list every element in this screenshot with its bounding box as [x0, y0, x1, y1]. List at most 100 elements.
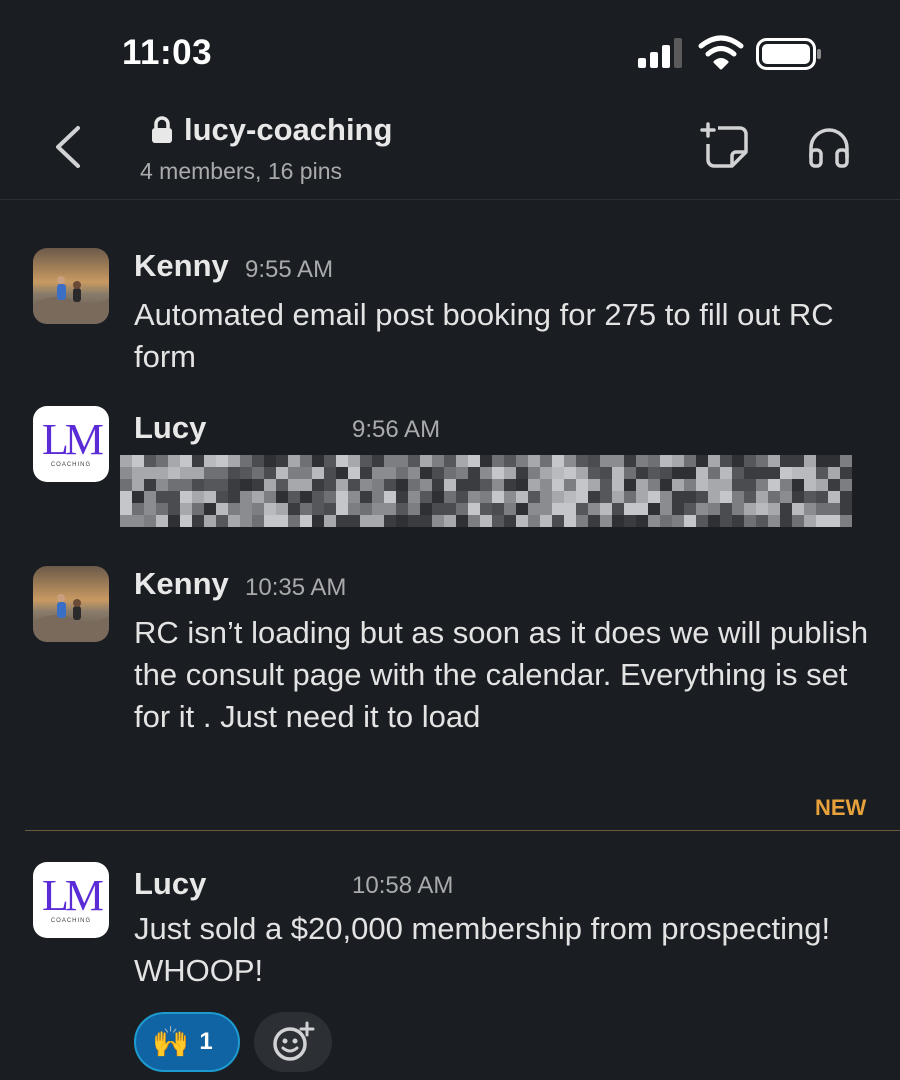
redacted-pixel — [180, 467, 192, 479]
redacted-pixel — [660, 503, 672, 515]
avatar[interactable]: LM COACHING — [33, 862, 109, 938]
redacted-pixel — [468, 515, 480, 527]
redacted-pixel — [180, 515, 192, 527]
redacted-pixel — [624, 515, 636, 527]
channel-name: lucy-coaching — [184, 112, 393, 147]
redacted-pixel — [588, 503, 600, 515]
redacted-pixel — [720, 503, 732, 515]
redacted-pixel — [336, 467, 348, 479]
redacted-pixel — [252, 515, 264, 527]
redacted-pixel — [684, 455, 696, 467]
redacted-pixel — [240, 455, 252, 467]
reaction-raised-hands[interactable]: 🙌 1 — [134, 1012, 240, 1072]
redacted-pixel — [192, 467, 204, 479]
redacted-pixel — [780, 503, 792, 515]
avatar[interactable] — [33, 566, 109, 642]
redacted-pixel — [204, 491, 216, 503]
redacted-pixel — [180, 491, 192, 503]
redacted-pixel — [768, 515, 780, 527]
redacted-pixel — [732, 515, 744, 527]
redacted-pixel — [384, 467, 396, 479]
redacted-pixel — [144, 455, 156, 467]
sender-name[interactable]: Kenny — [134, 248, 229, 284]
redacted-pixel — [720, 467, 732, 479]
canvas-icon[interactable] — [700, 122, 752, 170]
channel-meta[interactable]: 4 members, 16 pins — [140, 158, 342, 185]
redacted-pixel — [336, 491, 348, 503]
redacted-pixel — [576, 467, 588, 479]
redacted-pixel — [384, 515, 396, 527]
redacted-pixel — [240, 467, 252, 479]
redacted-pixel — [540, 503, 552, 515]
redacted-pixel — [600, 455, 612, 467]
redacted-pixel — [744, 479, 756, 491]
redacted-pixel — [732, 467, 744, 479]
redacted-pixel — [300, 479, 312, 491]
redacted-pixel — [336, 479, 348, 491]
redacted-pixel — [228, 491, 240, 503]
redacted-pixel — [216, 455, 228, 467]
redacted-pixel — [120, 467, 132, 479]
sender-name[interactable]: Lucy — [134, 866, 206, 902]
redacted-pixel — [480, 479, 492, 491]
redacted-pixel — [612, 515, 624, 527]
lock-icon — [152, 116, 172, 143]
avatar[interactable] — [33, 248, 109, 324]
headphones-icon[interactable] — [805, 124, 853, 170]
cellular-signal-icon — [638, 38, 682, 68]
redacted-pixel — [204, 503, 216, 515]
sender-name[interactable]: Lucy — [134, 410, 206, 446]
redacted-pixel — [708, 479, 720, 491]
avatar[interactable]: LM COACHING — [33, 406, 109, 482]
redacted-pixel — [120, 479, 132, 491]
redacted-pixel — [492, 491, 504, 503]
redacted-pixel — [516, 515, 528, 527]
redacted-pixel — [792, 467, 804, 479]
redacted-pixel — [384, 503, 396, 515]
redacted-pixel — [444, 479, 456, 491]
channel-title[interactable]: lucy-coaching — [150, 112, 392, 148]
redacted-pixel — [300, 467, 312, 479]
redacted-pixel — [768, 503, 780, 515]
redacted-pixel — [276, 503, 288, 515]
redacted-pixel — [648, 491, 660, 503]
redacted-pixel — [684, 503, 696, 515]
redacted-pixel — [792, 491, 804, 503]
redacted-pixel — [240, 515, 252, 527]
redacted-pixel — [756, 515, 768, 527]
redacted-pixel — [504, 515, 516, 527]
redacted-pixel — [276, 515, 288, 527]
sender-name[interactable]: Kenny — [134, 566, 229, 602]
redacted-pixel — [336, 503, 348, 515]
redacted-pixel — [732, 479, 744, 491]
redacted-pixel — [312, 515, 324, 527]
back-chevron-icon[interactable] — [50, 124, 86, 170]
redacted-pixel — [396, 455, 408, 467]
redacted-pixel — [636, 467, 648, 479]
redacted-pixel — [120, 491, 132, 503]
redacted-pixel — [216, 515, 228, 527]
redacted-pixel — [312, 503, 324, 515]
redacted-pixel — [600, 491, 612, 503]
add-reaction-button[interactable] — [254, 1012, 332, 1072]
redacted-pixel — [324, 515, 336, 527]
redacted-pixel — [516, 479, 528, 491]
redacted-pixel — [264, 503, 276, 515]
redacted-pixel — [504, 491, 516, 503]
redacted-pixel — [408, 491, 420, 503]
redacted-pixel — [828, 491, 840, 503]
message-item[interactable]: Kenny 9:55 AM Automated email post booki… — [0, 248, 900, 388]
redacted-pixel — [228, 515, 240, 527]
redacted-pixel — [612, 503, 624, 515]
message-item[interactable]: Kenny 10:35 AM RC isn’t loading but as s… — [0, 566, 900, 746]
redacted-pixel — [384, 479, 396, 491]
redacted-pixel — [408, 479, 420, 491]
redacted-pixel — [276, 455, 288, 467]
message-item[interactable]: LM COACHING Lucy 10:58 AM Just sold a $2… — [0, 862, 900, 1002]
redacted-pixel — [444, 455, 456, 467]
redacted-pixel — [144, 467, 156, 479]
redacted-pixel — [804, 455, 816, 467]
message-item[interactable]: LM COACHING Lucy 9:56 AM — [0, 406, 900, 546]
redacted-pixel — [300, 455, 312, 467]
redacted-pixel — [564, 467, 576, 479]
